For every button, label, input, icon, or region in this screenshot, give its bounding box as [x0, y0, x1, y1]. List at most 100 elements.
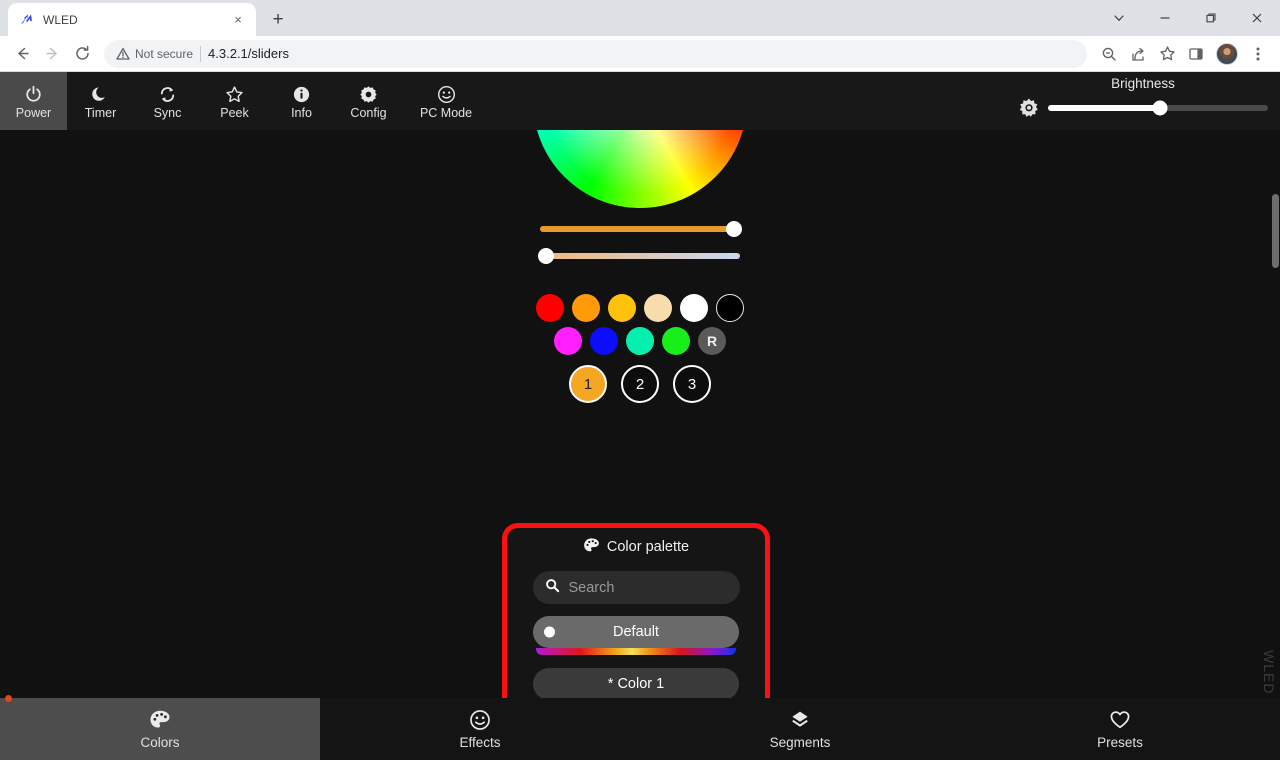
back-arrow-icon[interactable]: [8, 40, 36, 68]
white-slider-wrap: [540, 253, 740, 259]
browser-toolbar: Not secure 4.3.2.1/sliders: [0, 36, 1280, 72]
swatch-peach[interactable]: [644, 294, 672, 322]
swatch-spring-green[interactable]: [626, 327, 654, 355]
color-slot-2[interactable]: 2: [621, 365, 659, 403]
topbar-item-config[interactable]: Config: [335, 72, 402, 130]
swatch-black[interactable]: [716, 294, 744, 322]
color-slot-label: 2: [636, 376, 644, 393]
wled-content: R 123 Color palette Default* Color 1* Co…: [0, 130, 1280, 760]
close-tab-icon[interactable]: ×: [230, 12, 246, 28]
bottom-nav-item-effects[interactable]: Effects: [320, 698, 640, 760]
info-icon: [292, 85, 311, 105]
topbar-label-config: Config: [350, 107, 386, 120]
palette-item-label: * Color 1: [608, 676, 664, 692]
palette-panel-title: Color palette: [607, 539, 689, 555]
swatch-random[interactable]: R: [698, 327, 726, 355]
forward-arrow-icon[interactable]: [38, 40, 66, 68]
side-panel-icon[interactable]: [1182, 40, 1210, 68]
topbar-item-timer[interactable]: Timer: [67, 72, 134, 130]
close-window-button[interactable]: [1234, 0, 1280, 36]
smiley-icon: [469, 709, 491, 731]
maximize-button[interactable]: [1188, 0, 1234, 36]
swatch-green[interactable]: [662, 327, 690, 355]
color-slot-1[interactable]: 1: [569, 365, 607, 403]
palette-gradient-strip: [536, 648, 736, 655]
bottom-nav-item-segments[interactable]: Segments: [640, 698, 960, 760]
omnibox-divider: [200, 46, 201, 62]
new-tab-button[interactable]: +: [264, 5, 292, 33]
connection-status-dot: [5, 695, 12, 702]
wled-watermark: WLED: [1261, 650, 1277, 694]
value-slider-wrap: [540, 226, 740, 232]
app-scrollbar[interactable]: [1272, 194, 1279, 268]
brightness-label: Brightness: [1111, 76, 1175, 91]
swatch-amber[interactable]: [608, 294, 636, 322]
three-dot-menu-icon[interactable]: [1244, 40, 1272, 68]
bottom-nav-item-presets[interactable]: Presets: [960, 698, 1280, 760]
security-label: Not secure: [135, 47, 193, 61]
color-slot-row: 1 2 3: [569, 365, 711, 403]
swatch-magenta[interactable]: [554, 327, 582, 355]
browser-tab-strip: WLED × +: [0, 0, 1280, 36]
palette-panel-header: Color palette: [507, 535, 765, 559]
quick-swatch-row-1: [536, 294, 744, 322]
swatch-white[interactable]: [680, 294, 708, 322]
zoom-out-icon[interactable]: [1095, 40, 1123, 68]
palette-icon: [149, 709, 171, 731]
moon-icon: [91, 85, 110, 105]
wled-top-bar: Power Timer Sync Peek Info: [0, 72, 1280, 130]
topbar-label-info: Info: [291, 107, 312, 120]
avatar[interactable]: [1216, 43, 1238, 65]
topbar-label-pc-mode: PC Mode: [420, 107, 472, 120]
window-controls: [1096, 0, 1280, 36]
swatch-red[interactable]: [536, 294, 564, 322]
palette-item[interactable]: * Color 1: [533, 668, 739, 700]
tab-search-button[interactable]: [1096, 0, 1142, 36]
swatch-blue[interactable]: [590, 327, 618, 355]
brightness-slider[interactable]: [1048, 105, 1268, 111]
reload-icon[interactable]: [68, 40, 96, 68]
bottom-nav-label: Presets: [1097, 736, 1143, 750]
quick-swatch-row-2: R: [554, 327, 726, 355]
palette-item-label: Default: [613, 624, 659, 640]
bottom-nav-label: Colors: [140, 736, 179, 750]
swatch-orange[interactable]: [572, 294, 600, 322]
color-slot-label: 3: [688, 376, 696, 393]
palette-selected-dot: [544, 627, 555, 638]
topbar-item-peek[interactable]: Peek: [201, 72, 268, 130]
gear-icon: [359, 85, 378, 105]
value-slider[interactable]: [540, 226, 740, 232]
color-wheel[interactable]: [533, 130, 747, 208]
browser-tab[interactable]: WLED ×: [8, 3, 256, 36]
topbar-item-sync[interactable]: Sync: [134, 72, 201, 130]
color-slot-label: 1: [584, 376, 592, 393]
topbar-item-info[interactable]: Info: [268, 72, 335, 130]
color-slot-3[interactable]: 3: [673, 365, 711, 403]
bottom-nav: Colors Effects Segments Presets: [0, 698, 1280, 760]
share-icon[interactable]: [1124, 40, 1152, 68]
toolbar-right-icons: [1095, 40, 1272, 68]
topbar-item-pc-mode[interactable]: PC Mode: [402, 72, 490, 130]
star-outline-icon: [225, 85, 244, 105]
topbar-label-power: Power: [16, 107, 51, 120]
white-balance-slider[interactable]: [540, 253, 740, 259]
browser-tab-title: WLED: [43, 13, 221, 27]
minimize-button[interactable]: [1142, 0, 1188, 36]
palette-icon: [583, 537, 600, 558]
search-input[interactable]: [569, 580, 756, 596]
bottom-nav-label: Segments: [770, 736, 831, 750]
topbar-label-sync: Sync: [154, 107, 182, 120]
address-bar[interactable]: Not secure 4.3.2.1/sliders: [104, 40, 1087, 68]
layers-icon: [789, 709, 811, 731]
palette-item[interactable]: Default: [533, 616, 739, 648]
topbar-item-power[interactable]: Power: [0, 72, 67, 130]
brightness-icon: [1018, 97, 1040, 119]
star-icon[interactable]: [1153, 40, 1181, 68]
url-text: 4.3.2.1/sliders: [208, 46, 289, 61]
heart-icon: [1109, 709, 1131, 731]
smiley-icon: [437, 85, 456, 105]
topbar-label-peek: Peek: [220, 107, 249, 120]
palette-search-box[interactable]: [533, 571, 740, 604]
not-secure-warning[interactable]: Not secure: [116, 47, 193, 61]
bottom-nav-item-colors[interactable]: Colors: [0, 698, 320, 760]
